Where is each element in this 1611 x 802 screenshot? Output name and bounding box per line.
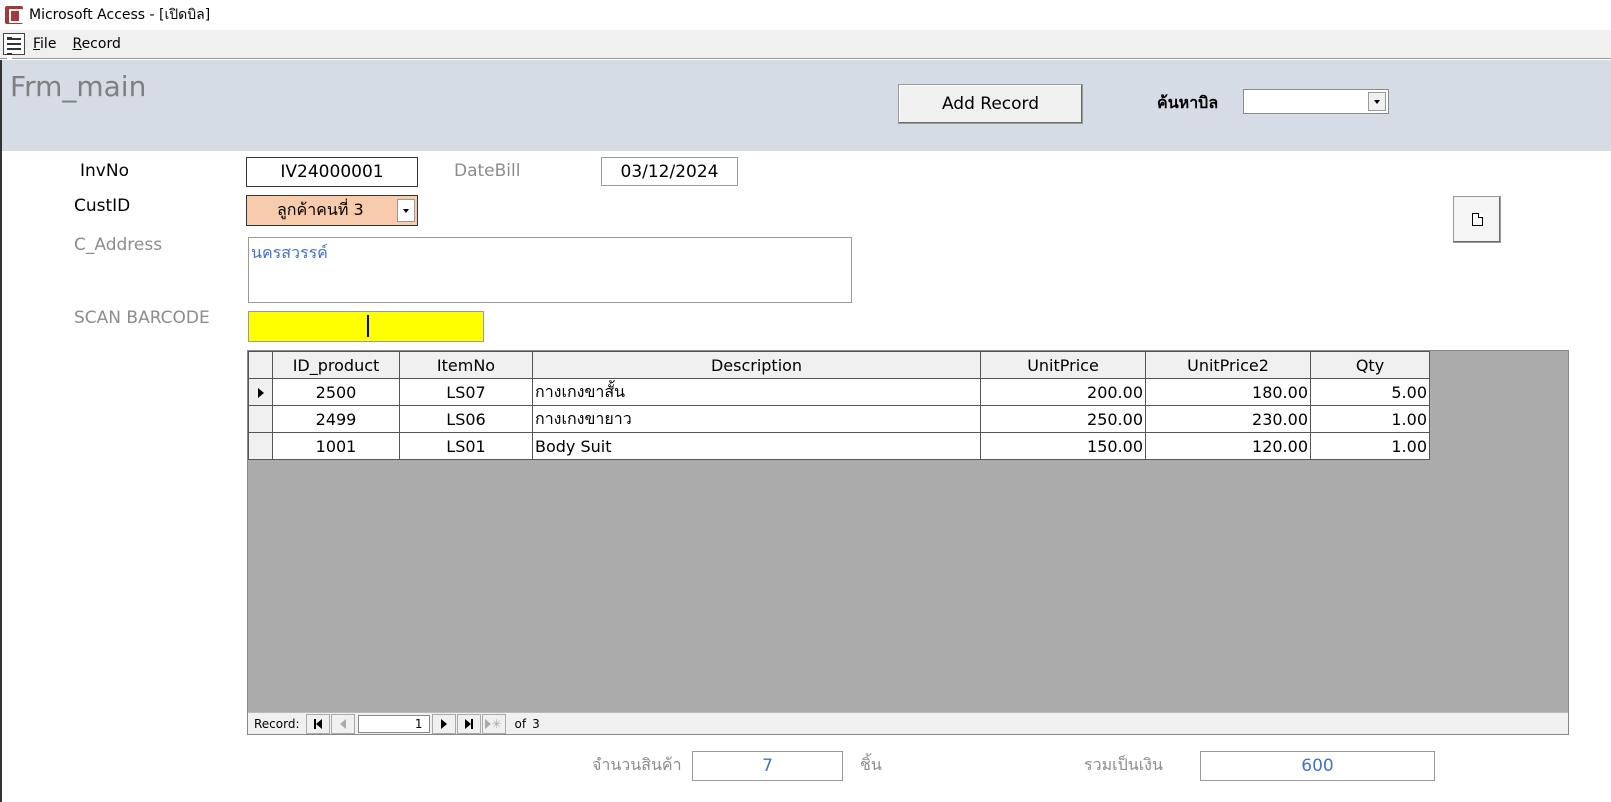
cell-itemno[interactable]: LS07 [399,378,533,406]
document-icon [1471,213,1483,226]
chevron-down-icon[interactable] [1368,92,1386,111]
cell-itemno[interactable]: LS01 [399,432,533,460]
first-record-button[interactable] [305,713,330,734]
menu-bar: File Record [0,30,1611,59]
next-record-icon [440,718,447,729]
total-amount-label: รวมเป็นเงิน [1084,755,1163,774]
column-header-itemno[interactable]: ItemNo [399,351,533,379]
column-header-id-product[interactable]: ID_product [272,351,400,379]
access-app-icon[interactable] [5,6,23,24]
last-record-icon [470,718,473,729]
current-record-input[interactable]: 1 [357,714,430,733]
barcode-input[interactable] [248,311,484,342]
cell-unitprice2[interactable]: 120.00 [1145,432,1311,460]
new-record-button[interactable]: ✳ [481,713,506,734]
cell-unitprice[interactable]: 250.00 [980,405,1146,433]
cell-qty[interactable]: 5.00 [1310,378,1430,406]
order-items-subform[interactable]: ID_product ItemNo Description UnitPrice … [247,350,1569,735]
invno-field[interactable]: IV24000001 [246,157,418,187]
barcode-label: SCAN BARCODE [74,308,210,328]
column-header-unitprice2[interactable]: UnitPrice2 [1145,351,1311,379]
cell-id-product[interactable]: 2500 [272,378,400,406]
column-header-unitprice[interactable]: UnitPrice [980,351,1146,379]
cell-id-product[interactable]: 2499 [272,405,400,433]
next-record-button[interactable] [431,713,456,734]
record-navigator-label: Record: [254,716,300,731]
menu-record[interactable]: Record [72,36,120,52]
order-items-table: ID_product ItemNo Description UnitPrice … [248,351,1430,460]
cell-itemno[interactable]: LS06 [399,405,533,433]
address-label: C_Address [74,235,163,255]
item-count-field[interactable]: 7 [692,751,843,781]
table-row[interactable]: 2499 LS06 กางเกงขายาว 250.00 230.00 1.00 [248,405,1430,433]
datebill-label: DateBill [454,161,521,181]
cell-description[interactable]: Body Suit [532,432,981,460]
cell-unitprice2[interactable]: 230.00 [1145,405,1311,433]
form-control-menu-icon[interactable] [3,33,25,55]
current-record-icon [258,387,264,398]
form-header: Frm_main Add Record ค้นหาบิล [0,60,1611,151]
cell-description[interactable]: กางเกงขาสั้น [532,378,981,406]
record-of-label: of [514,716,527,731]
custid-label: CustID [74,196,131,216]
previous-record-button[interactable] [330,713,355,734]
column-header-description[interactable]: Description [532,351,981,379]
cell-qty[interactable]: 1.00 [1310,405,1430,433]
new-document-button[interactable] [1453,196,1501,243]
menu-file[interactable]: File [33,36,56,52]
column-header-qty[interactable]: Qty [1310,351,1430,379]
text-caret [367,315,369,337]
record-total: 3 [532,716,540,731]
cell-qty[interactable]: 1.00 [1310,432,1430,460]
row-selector[interactable] [248,432,273,460]
new-record-icon: ✳ [491,716,502,731]
form-detail: InvNo IV24000001 DateBill 03/12/2024 Cus… [0,151,1611,802]
table-header-row: ID_product ItemNo Description UnitPrice … [248,351,1430,379]
form-title: Frm_main [10,70,147,103]
item-count-label: จำนวนสินค้า [592,755,682,774]
window-title: Microsoft Access - [เปิดบิล] [29,7,211,23]
address-field[interactable]: นครสวรรค์ [248,237,852,303]
cell-unitprice[interactable]: 200.00 [980,378,1146,406]
table-row[interactable]: 1001 LS01 Body Suit 150.00 120.00 1.00 [248,432,1430,460]
chevron-down-icon[interactable] [397,199,415,222]
cell-id-product[interactable]: 1001 [272,432,400,460]
datebill-field[interactable]: 03/12/2024 [601,157,738,186]
row-selector[interactable] [248,378,273,406]
invno-label: InvNo [80,161,129,181]
last-record-button[interactable] [456,713,481,734]
cell-description[interactable]: กางเกงขายาว [532,405,981,433]
cell-unitprice2[interactable]: 180.00 [1145,378,1311,406]
cell-unitprice[interactable]: 150.00 [980,432,1146,460]
row-selector-header[interactable] [248,351,273,379]
previous-record-icon [339,718,346,729]
search-bill-combo[interactable] [1243,89,1389,114]
custid-combo[interactable]: ลูกค้าคนที่ 3 [246,195,418,226]
unit-label: ชิ้น [860,755,882,774]
custid-value: ลูกค้าคนที่ 3 [277,200,364,219]
table-row[interactable]: 2500 LS07 กางเกงขาสั้น 200.00 180.00 5.0… [248,378,1430,406]
record-navigator: Record: 1 ✳ of 3 [248,712,1568,734]
window-titlebar: Microsoft Access - [เปิดบิล] [0,0,1611,30]
search-bill-label: ค้นหาบิล [1157,93,1219,112]
total-amount-field[interactable]: 600 [1200,751,1435,781]
row-selector[interactable] [248,405,273,433]
add-record-button[interactable]: Add Record [898,84,1083,124]
